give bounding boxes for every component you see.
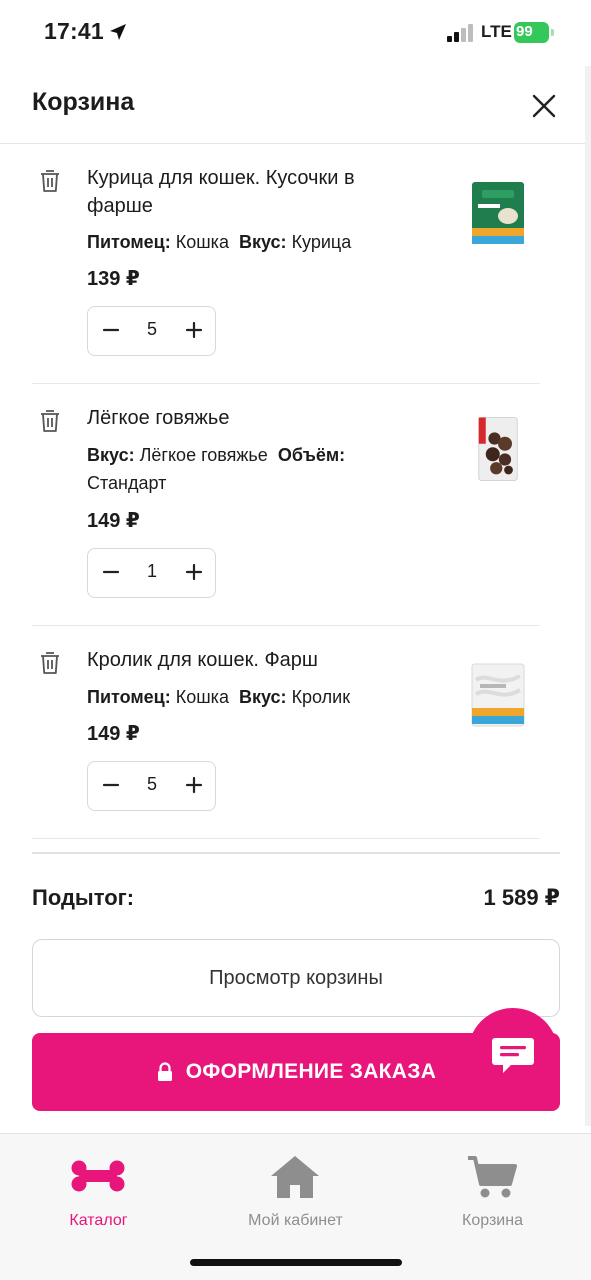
attr-label: Вкус: xyxy=(238,687,287,707)
attr-value: Кошка xyxy=(175,232,229,252)
plus-icon[interactable] xyxy=(181,559,207,585)
chat-icon xyxy=(492,1038,534,1073)
item-price: 149 ₽ xyxy=(87,510,140,532)
lock-icon xyxy=(157,1062,172,1081)
item-title[interactable]: Лёгкое говяжье xyxy=(87,404,407,432)
tab-account[interactable]: Мой кабинет xyxy=(197,1134,394,1244)
cart-icon xyxy=(468,1156,517,1198)
chat-button[interactable] xyxy=(468,1008,558,1098)
close-icon[interactable] xyxy=(526,88,562,124)
product-image[interactable] xyxy=(468,178,528,248)
cart-item: Курица для кошек. Кусочки в фарше Питоме… xyxy=(32,144,540,384)
battery-icon: 99 xyxy=(514,22,554,44)
network-label: LTE xyxy=(481,22,512,41)
minus-icon[interactable] xyxy=(98,559,124,585)
checkout-label: ОФОРМЛЕНИЕ ЗАКАЗА xyxy=(185,1060,437,1083)
cart-header: Корзина xyxy=(0,66,591,144)
tab-label: Мой кабинет xyxy=(248,1212,343,1229)
tab-catalog[interactable]: Каталог xyxy=(0,1134,197,1244)
battery-level: 99 xyxy=(516,23,533,40)
attr-label: Вкус: xyxy=(238,232,287,252)
status-time: 17:41 xyxy=(44,18,104,44)
item-title[interactable]: Кролик для кошек. Фарш xyxy=(87,646,407,674)
tab-bar: Каталог Мой кабинет Корзина xyxy=(0,1133,591,1280)
location-arrow-icon xyxy=(110,24,126,40)
plus-icon[interactable] xyxy=(181,772,207,798)
trash-icon[interactable] xyxy=(38,650,62,676)
subtotal-value: 1 589 ₽ xyxy=(483,885,560,910)
item-attributes: Вкус: Лёгкое говяжье Объём: Стандарт xyxy=(87,441,407,497)
tab-label: Корзина xyxy=(462,1212,523,1229)
tab-label: Каталог xyxy=(69,1212,128,1229)
attr-value: Стандарт xyxy=(87,473,167,493)
attr-value: Лёгкое говяжье xyxy=(139,445,268,465)
signal-icon xyxy=(447,24,473,42)
attr-label: Питомец: xyxy=(87,687,171,707)
tab-cart[interactable]: Корзина xyxy=(394,1134,591,1244)
quantity-value[interactable]: 5 xyxy=(132,319,172,340)
subtotal-label: Подытог: xyxy=(32,885,135,910)
product-image[interactable] xyxy=(468,414,528,484)
quantity-value[interactable]: 5 xyxy=(132,774,172,795)
home-indicator[interactable] xyxy=(190,1259,402,1266)
bone-icon xyxy=(71,1160,125,1192)
scroll-edge xyxy=(585,66,591,1126)
item-title[interactable]: Курица для кошек. Кусочки в фарше xyxy=(87,164,407,220)
minus-icon[interactable] xyxy=(98,317,124,343)
trash-icon[interactable] xyxy=(38,168,62,194)
quantity-stepper: 5 xyxy=(87,306,216,356)
view-cart-button[interactable]: Просмотр корзины xyxy=(32,939,560,1017)
item-price: 139 ₽ xyxy=(87,268,140,290)
quantity-stepper: 5 xyxy=(87,761,216,811)
quantity-stepper: 1 xyxy=(87,548,216,598)
quantity-value[interactable]: 1 xyxy=(132,561,172,582)
status-bar: 17:41 LTE 99 xyxy=(0,0,591,66)
summary-divider xyxy=(32,852,560,854)
cart-item: Кролик для кошек. Фарш Питомец: Кошка Вку… xyxy=(32,626,540,839)
attr-label: Объём: xyxy=(277,445,346,465)
attr-value: Кошка xyxy=(175,687,229,707)
page-title: Корзина xyxy=(32,88,135,116)
cart-item: Лёгкое говяжье Вкус: Лёгкое говяжье Объём… xyxy=(32,384,540,626)
plus-icon[interactable] xyxy=(181,317,207,343)
attr-label: Вкус: xyxy=(87,445,135,465)
trash-icon[interactable] xyxy=(38,408,62,434)
item-attributes: Питомец: Кошка Вкус: Курица xyxy=(87,228,407,256)
item-price: 149 ₽ xyxy=(87,723,140,745)
attr-value: Курица xyxy=(291,232,352,252)
item-attributes: Питомец: Кошка Вкус: Кролик xyxy=(87,683,407,711)
home-icon xyxy=(271,1156,319,1198)
product-image[interactable] xyxy=(468,660,528,730)
attr-label: Питомец: xyxy=(87,232,171,252)
attr-value: Кролик xyxy=(291,687,351,707)
minus-icon[interactable] xyxy=(98,772,124,798)
